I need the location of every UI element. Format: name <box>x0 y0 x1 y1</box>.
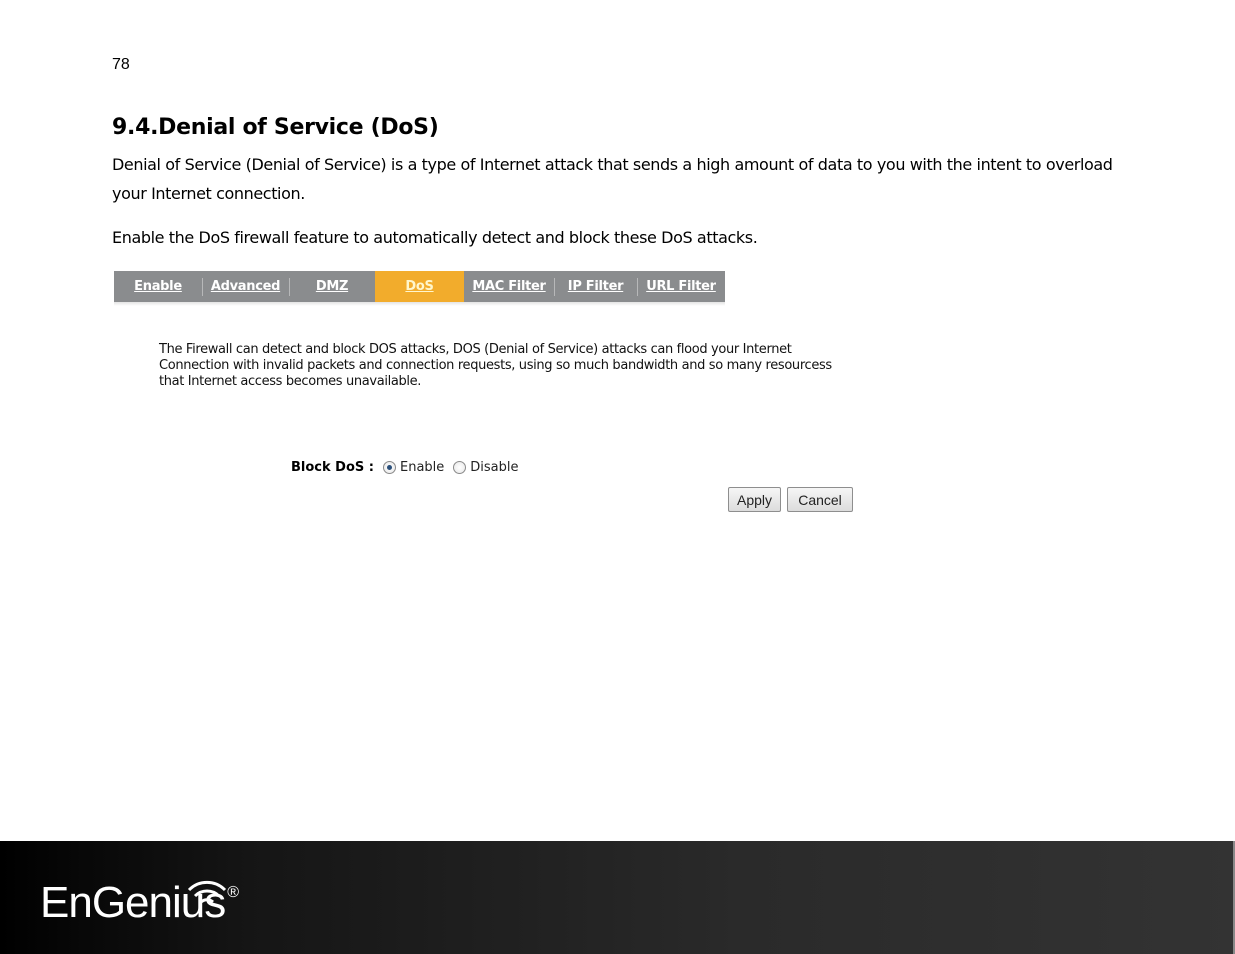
engenius-logo: EnGenius ® <box>40 878 239 927</box>
tab-bar-shadow <box>114 302 725 306</box>
dos-description: The Firewall can detect and block DOS at… <box>159 342 832 389</box>
tab-dos[interactable]: DoS <box>375 271 464 302</box>
section-heading: 9.4.Denial of Service (DoS) <box>112 115 439 140</box>
tab-url-filter[interactable]: URL Filter <box>637 271 725 302</box>
block-dos-label: Block DoS : <box>291 460 374 475</box>
tab-advanced[interactable]: Advanced <box>202 271 289 302</box>
enable-radio[interactable] <box>382 461 396 474</box>
tab-dmz[interactable]: DMZ <box>289 271 375 302</box>
tab-ip-filter[interactable]: IP Filter <box>554 271 637 302</box>
footer-banner: EnGenius ® <box>0 841 1235 954</box>
tab-mac-filter[interactable]: MAC Filter <box>464 271 554 302</box>
disable-radio[interactable] <box>453 461 467 474</box>
firewall-tab-bar: Enable Advanced DMZ DoS MAC Filter IP Fi… <box>114 271 725 302</box>
apply-button[interactable]: Apply <box>728 487 781 512</box>
page-number: 78 <box>112 56 130 73</box>
intro-paragraph: Denial of Service (Denial of Service) is… <box>112 155 1113 203</box>
enable-radio-label[interactable]: Enable <box>400 460 444 475</box>
brand-name: EnGenius <box>40 878 226 927</box>
tab-enable[interactable]: Enable <box>114 271 202 302</box>
block-dos-row: Block DoS : Enable Disable <box>291 460 528 475</box>
instruction-paragraph: Enable the DoS firewall feature to autom… <box>112 228 758 247</box>
cancel-button[interactable]: Cancel <box>787 487 853 512</box>
firewall-dos-screenshot: Enable Advanced DMZ DoS MAC Filter IP Fi… <box>114 271 854 521</box>
disable-radio-label[interactable]: Disable <box>470 460 518 475</box>
registered-mark: ® <box>227 884 239 901</box>
